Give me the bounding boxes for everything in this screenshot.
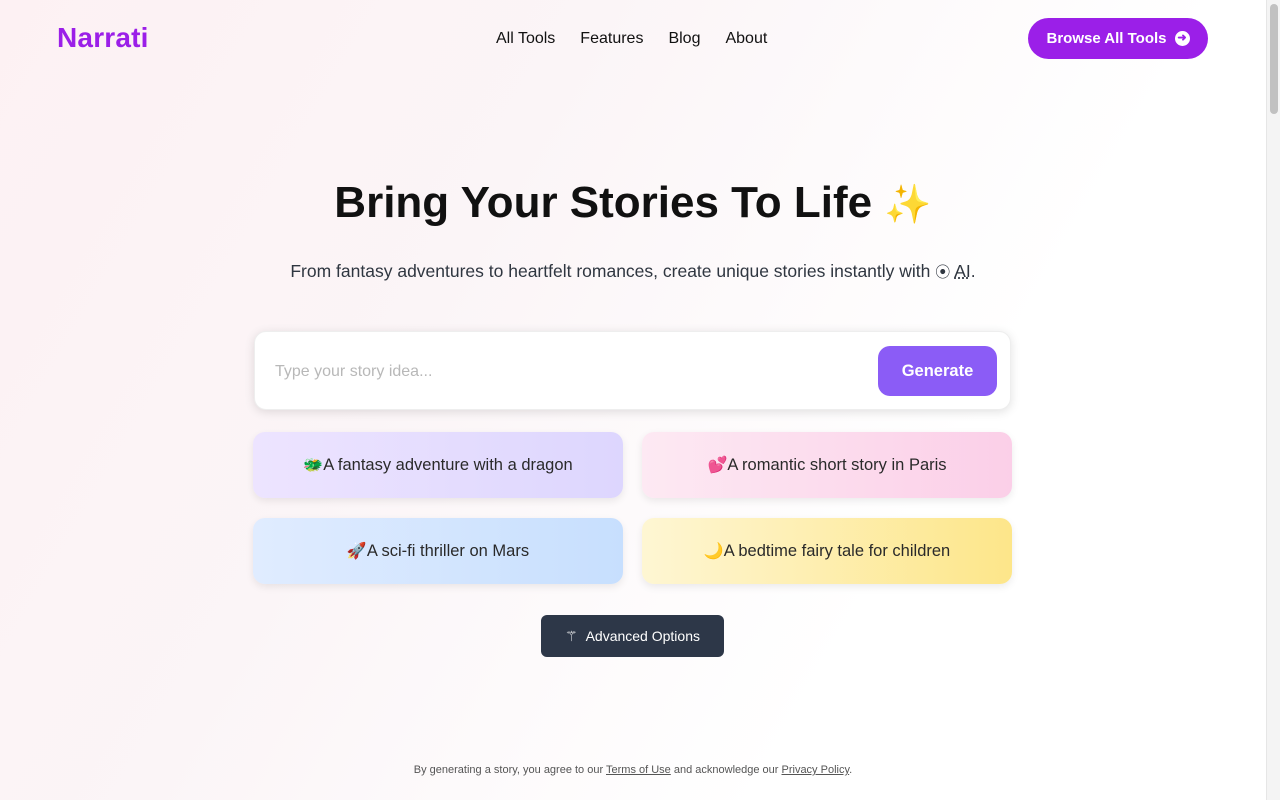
idea-bedtime-fairy-tale[interactable]: 🌙 A bedtime fairy tale for children [642,518,1012,584]
dragon-icon: 🐲 [303,457,324,474]
story-prompt-card: Generate [254,331,1011,410]
page-title-text: Bring Your Stories To Life [334,178,873,227]
moon-icon: 🌙 [703,543,724,560]
idea-label: A bedtime fairy tale for children [723,541,951,560]
nav-about[interactable]: About [725,30,767,48]
idea-romance-paris[interactable]: 💕 A romantic short story in Paris [642,432,1012,498]
legal-middle: and acknowledge our [673,764,779,776]
browse-all-tools-button[interactable]: Browse All Tools ➜ [1028,18,1208,59]
generate-button[interactable]: Generate [878,346,997,396]
legal-suffix: . [849,764,853,776]
magic-wand-icon: ⚚ [565,627,578,644]
story-idea-input[interactable] [275,356,855,388]
advanced-options-label: Advanced Options [585,628,700,644]
rocket-icon: 🚀 [346,543,367,560]
idea-label: A sci-fi thriller on Mars [366,541,530,560]
sparkles-icon: ✨ [884,184,932,226]
terms-of-use-link[interactable]: Terms of Use [606,764,671,776]
ai-info-icon: ⦿ [935,264,951,281]
arrow-right-circle-icon: ➜ [1174,31,1190,46]
page-subtitle: From fantasy adventures to heartfelt rom… [0,261,1266,282]
idea-fantasy-dragon[interactable]: 🐲 A fantasy adventure with a dragon [253,432,623,498]
idea-label: A fantasy adventure with a dragon [323,455,573,474]
logo[interactable]: Narrati [57,22,149,54]
idea-label: A romantic short story in Paris [727,455,947,474]
browse-all-tools-label: Browse All Tools [1046,30,1167,47]
advanced-options-button[interactable]: ⚚ Advanced Options [541,615,724,657]
legal-notice: By generating a story, you agree to our … [0,764,1266,776]
main-nav: All Tools Features Blog About [496,30,792,48]
scrollbar-thumb[interactable] [1270,4,1278,114]
privacy-policy-link[interactable]: Privacy Policy [782,764,850,776]
subtitle-period: . [970,261,976,281]
idea-scifi-mars[interactable]: 🚀 A sci-fi thriller on Mars [253,518,623,584]
ai-term[interactable]: AI [954,261,971,281]
top-navigation-bar: Narrati All Tools Features Blog About Br… [0,0,1266,80]
nav-blog[interactable]: Blog [668,30,700,48]
nav-all-tools[interactable]: All Tools [496,30,555,48]
legal-prefix: By generating a story, you agree to our [413,764,604,776]
page-scrollbar[interactable] [1266,0,1280,800]
subtitle-text: From fantasy adventures to heartfelt rom… [290,261,931,281]
nav-features[interactable]: Features [580,30,643,48]
hearts-icon: 💕 [707,457,728,474]
page-title: Bring Your Stories To Life ✨ [0,178,1266,228]
